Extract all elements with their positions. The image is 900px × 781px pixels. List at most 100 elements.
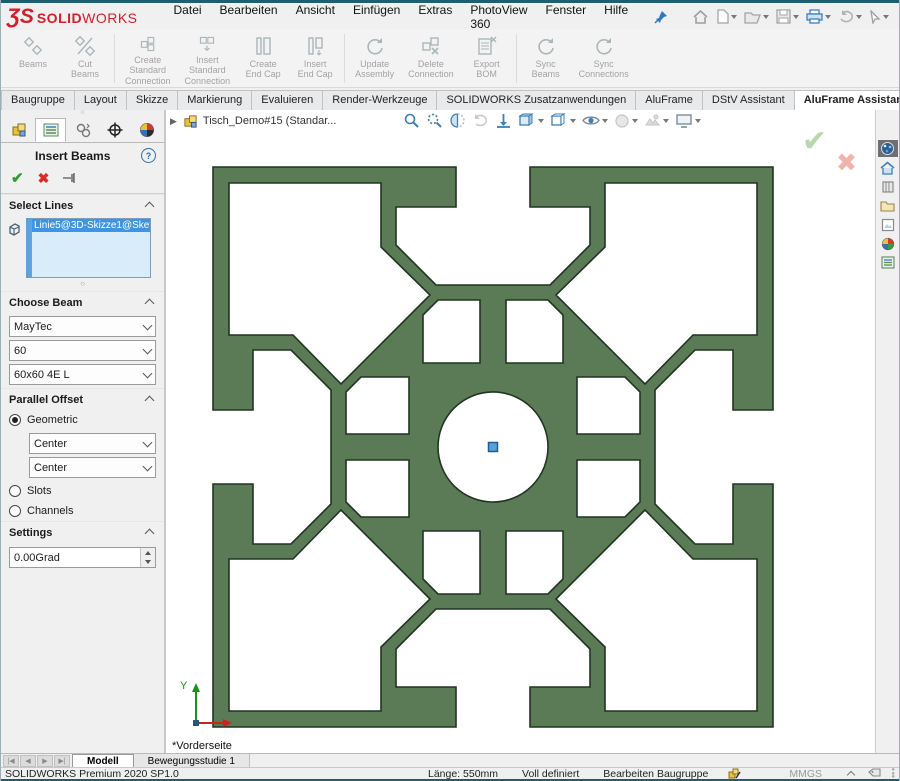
section-parallel-offset[interactable]: Parallel Offset — [1, 388, 164, 410]
insert-end-cap-button[interactable]: Insert End Cap — [289, 30, 341, 87]
confirmation-cancel-icon[interactable]: ✖ — [836, 148, 857, 178]
sync-beams-button[interactable]: Sync Beams — [520, 30, 572, 87]
print-icon[interactable] — [804, 7, 833, 26]
delete-connection-button[interactable]: Delete Connection — [401, 30, 461, 87]
hide-show-items-icon[interactable] — [582, 113, 608, 128]
tag-icon[interactable] — [868, 768, 881, 779]
panel-help-icon[interactable]: ? — [141, 148, 156, 163]
selected-line-item[interactable]: Linie5@3D-Skizze1@Sketch-1 — [32, 219, 150, 232]
edit-assembly-icon[interactable] — [728, 768, 741, 780]
export-bom-button[interactable]: Export BOM — [461, 30, 513, 87]
assembly-manager-icon[interactable] — [3, 118, 34, 142]
section-view-icon[interactable] — [449, 112, 466, 129]
selected-sketch-point[interactable] — [487, 441, 499, 453]
cut-beams-button[interactable]: Cut Beams — [59, 30, 111, 87]
center-dropdown-1[interactable]: Center — [29, 433, 156, 454]
units-status[interactable]: MMGS — [789, 768, 822, 780]
select-lines-body: Linie5@3D-Skizze1@Sketch-1 — [1, 216, 164, 278]
tab-aluframe[interactable]: AluFrame — [635, 90, 703, 110]
beams-button[interactable]: Beams — [7, 30, 59, 87]
angle-value[interactable]: 0.00Grad — [10, 548, 140, 567]
center-dropdown-2[interactable]: Center — [29, 457, 156, 478]
pin-menu-icon[interactable] — [654, 10, 668, 24]
property-manager-icon[interactable] — [35, 118, 66, 142]
tab-modell[interactable]: Modell — [72, 754, 134, 768]
channels-radio[interactable] — [9, 505, 21, 517]
section-settings[interactable]: Settings — [1, 521, 164, 543]
tab-dstv-assistant[interactable]: DStV Assistant — [701, 90, 795, 110]
home-icon[interactable] — [878, 159, 898, 176]
listbox-resize-handle[interactable]: ○ — [1, 280, 164, 288]
section-select-lines[interactable]: Select Lines — [1, 194, 164, 216]
slots-radio[interactable] — [9, 485, 21, 497]
beam-profile-cross-section[interactable] — [166, 110, 875, 753]
section-choose-beam[interactable]: Choose Beam — [1, 291, 164, 313]
tab-layout[interactable]: Layout — [73, 90, 127, 110]
first-tab-button[interactable]: |◀ — [3, 755, 19, 767]
tab-aluframe-assistant[interactable]: AluFrame Assistant — [793, 90, 899, 110]
selection-listbox[interactable]: Linie5@3D-Skizze1@Sketch-1 — [31, 218, 151, 278]
spinner-buttons — [140, 548, 155, 567]
tab-evaluieren[interactable]: Evaluieren — [251, 90, 324, 110]
normal-to-icon[interactable] — [495, 112, 512, 129]
view-palette-icon[interactable] — [878, 216, 898, 233]
size-dropdown[interactable]: 60 — [9, 340, 156, 361]
undo-icon[interactable] — [836, 8, 864, 25]
pin-panel-icon[interactable] — [63, 173, 77, 183]
create-end-cap-button[interactable]: Create End Cap — [237, 30, 289, 87]
tab-render-werkzeuge[interactable]: Render-Werkzeuge — [322, 90, 438, 110]
tab-baugruppe[interactable]: Baugruppe — [1, 90, 75, 110]
home-icon[interactable] — [690, 7, 711, 26]
profile-dropdown[interactable]: 60x60 4E L — [9, 364, 156, 385]
sync-connections-button[interactable]: Sync Connections — [572, 30, 636, 87]
ok-button[interactable]: ✔ — [11, 169, 24, 187]
edit-appearance-icon[interactable] — [614, 113, 638, 129]
logo-mark: ƷS — [7, 4, 34, 28]
file-explorer-icon[interactable] — [878, 197, 898, 214]
vendor-dropdown[interactable]: MayTec — [9, 316, 156, 337]
next-tab-button[interactable]: ▶ — [37, 755, 53, 767]
resize-grip[interactable]: ● ● ● — [887, 767, 895, 780]
appearances-icon[interactable] — [878, 235, 898, 252]
tab-navigation-buttons: |◀ ◀ ▶ ▶| — [1, 754, 72, 768]
open-icon[interactable] — [742, 8, 771, 26]
zoom-area-icon[interactable] — [426, 112, 443, 129]
save-icon[interactable] — [774, 7, 801, 26]
page-title: Insert Beams — [35, 148, 111, 163]
spin-up-button[interactable] — [141, 548, 155, 558]
confirmation-accept-icon[interactable]: ✔ — [802, 124, 827, 159]
status-expand-icon[interactable] — [846, 770, 856, 779]
last-tab-button[interactable]: ▶| — [54, 755, 70, 767]
insert-standard-connection-button[interactable]: Insert Standard Connection — [178, 30, 238, 87]
spin-down-button[interactable] — [141, 557, 155, 567]
cancel-button[interactable]: ✖ — [38, 170, 50, 187]
tab-zusatzanwendungen[interactable]: SOLIDWORKS Zusatzanwendungen — [436, 90, 637, 110]
create-standard-connection-button[interactable]: Create Standard Connection — [118, 30, 178, 87]
app-version-label: SOLIDWORKS Premium 2020 SP1.0 — [5, 767, 179, 780]
geometric-radio[interactable] — [9, 414, 21, 426]
zoom-fit-icon[interactable] — [403, 112, 420, 129]
display-style-icon[interactable] — [550, 112, 576, 129]
select-cursor-icon[interactable] — [867, 8, 891, 26]
view-orientation-icon[interactable] — [518, 112, 544, 129]
expand-tree-icon[interactable]: ▶ — [170, 116, 177, 127]
angle-spinbox[interactable]: 0.00Grad — [9, 547, 156, 568]
solidworks-resources-icon[interactable] — [877, 140, 898, 157]
design-library-icon[interactable] — [878, 178, 898, 195]
update-assembly-button[interactable]: Update Assembly — [348, 30, 401, 87]
tab-bewegungsstudie[interactable]: Bewegungsstudie 1 — [133, 754, 250, 768]
tab-skizze[interactable]: Skizze — [125, 90, 179, 110]
apply-scene-icon[interactable] — [644, 113, 669, 128]
previous-view-icon[interactable] — [472, 112, 489, 129]
edit-mode-status: Bearbeiten Baugruppe — [603, 767, 709, 780]
graphics-viewport[interactable]: ▶ Tisch_Demo#15 (Standar... ✔ ✖ Y *Vorde… — [166, 110, 875, 753]
view-settings-icon[interactable] — [675, 113, 701, 129]
appearance-manager-icon[interactable] — [131, 118, 162, 142]
attach-icon[interactable] — [894, 7, 899, 26]
display-manager-icon[interactable] — [99, 118, 130, 142]
configuration-manager-icon[interactable] — [67, 118, 98, 142]
tab-markierung[interactable]: Markierung — [177, 90, 253, 110]
prev-tab-button[interactable]: ◀ — [20, 755, 36, 767]
new-document-icon[interactable] — [714, 7, 739, 26]
custom-properties-icon[interactable] — [878, 254, 898, 271]
